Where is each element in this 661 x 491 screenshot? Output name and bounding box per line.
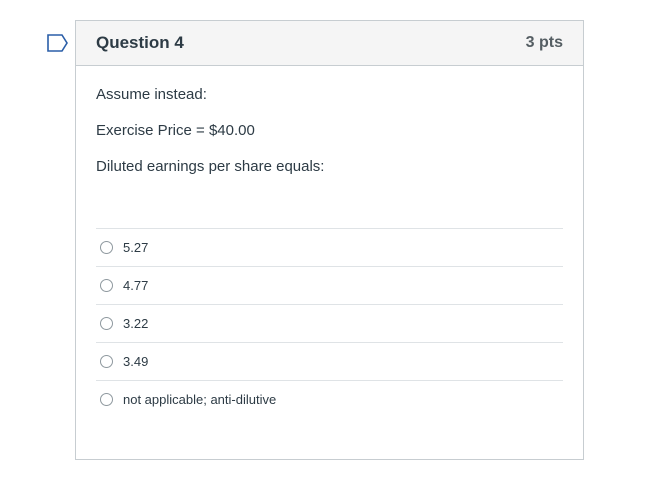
answer-label: 3.22: [123, 316, 149, 331]
flag-question-icon[interactable]: [47, 34, 69, 52]
radio-button[interactable]: [100, 355, 113, 368]
question-header: Question 4 3 pts: [76, 21, 583, 66]
radio-button[interactable]: [100, 317, 113, 330]
question-card: Question 4 3 pts Assume instead: Exercis…: [75, 20, 584, 460]
answer-label: not applicable; anti-dilutive: [123, 392, 277, 407]
quiz-page: Question 4 3 pts Assume instead: Exercis…: [0, 0, 661, 491]
answer-list: 5.27 4.77 3.22 3.49 not applicable; anti…: [96, 228, 563, 418]
answer-option[interactable]: 5.27: [96, 228, 563, 266]
question-text: Assume instead: Exercise Price = $40.00 …: [96, 86, 563, 176]
question-text-line: Exercise Price = $40.00: [96, 122, 255, 139]
answer-option[interactable]: not applicable; anti-dilutive: [96, 380, 563, 418]
answer-label: 5.27: [123, 240, 149, 255]
question-text-line: Assume instead:: [96, 86, 207, 103]
answer-label: 3.49: [123, 354, 149, 369]
radio-button[interactable]: [100, 279, 113, 292]
answer-option[interactable]: 3.49: [96, 342, 563, 380]
question-points: 3 pts: [525, 34, 563, 51]
answer-label: 4.77: [123, 278, 149, 293]
question-text-line: Diluted earnings per share equals:: [96, 158, 325, 175]
question-title: Question 4: [96, 33, 184, 52]
question-body: Assume instead: Exercise Price = $40.00 …: [76, 66, 583, 418]
radio-button[interactable]: [100, 393, 113, 406]
answer-option[interactable]: 3.22: [96, 304, 563, 342]
radio-button[interactable]: [100, 241, 113, 254]
answer-option[interactable]: 4.77: [96, 266, 563, 304]
